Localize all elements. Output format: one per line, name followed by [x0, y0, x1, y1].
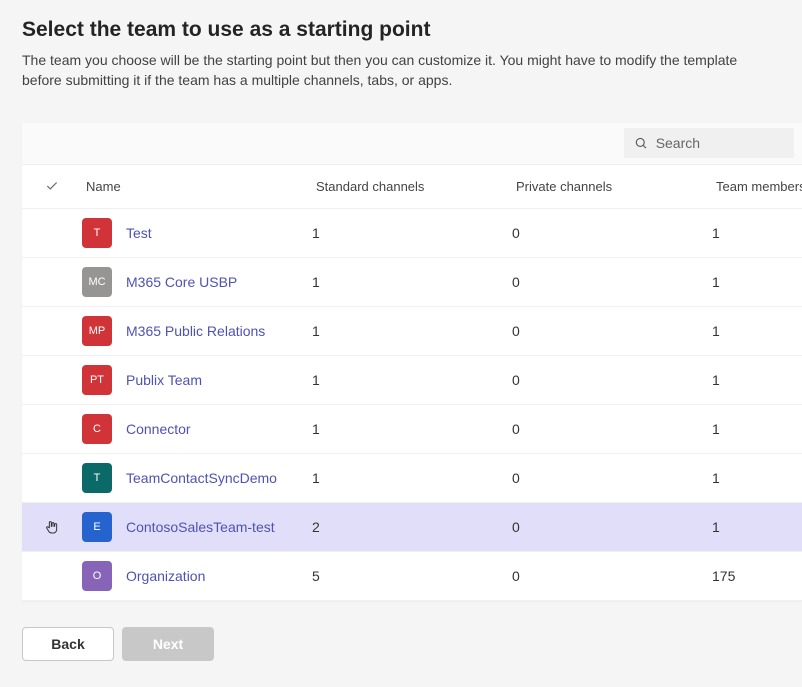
avatar: T: [82, 463, 112, 493]
cell-standard-channels: 1: [312, 323, 512, 339]
avatar: C: [82, 414, 112, 444]
avatar: T: [82, 218, 112, 248]
column-team-members[interactable]: Team members: [712, 179, 802, 194]
cell-name: E ContosoSalesTeam-test: [82, 512, 312, 542]
cell-standard-channels: 1: [312, 421, 512, 437]
cell-standard-channels: 1: [312, 274, 512, 290]
column-private-channels[interactable]: Private channels: [512, 179, 712, 194]
avatar: MC: [82, 267, 112, 297]
select-all-checkbox[interactable]: [22, 179, 82, 193]
back-button[interactable]: Back: [22, 627, 114, 661]
table-row[interactable]: E ContosoSalesTeam-test 201: [22, 503, 802, 552]
cell-team-members: 1: [712, 323, 802, 339]
cursor-hand-icon: [22, 519, 82, 535]
cell-team-members: 1: [712, 372, 802, 388]
cell-name: T TeamContactSyncDemo: [82, 463, 312, 493]
cell-team-members: 1: [712, 519, 802, 535]
column-name[interactable]: Name: [82, 179, 312, 194]
cell-standard-channels: 1: [312, 225, 512, 241]
cell-private-channels: 0: [512, 323, 712, 339]
cell-standard-channels: 1: [312, 470, 512, 486]
table-row[interactable]: T Test 101: [22, 209, 802, 258]
cell-private-channels: 0: [512, 568, 712, 584]
next-button[interactable]: Next: [122, 627, 214, 661]
avatar: MP: [82, 316, 112, 346]
cell-name: PT Publix Team: [82, 365, 312, 395]
page-subtitle: The team you choose will be the starting…: [22, 50, 780, 91]
cell-private-channels: 0: [512, 372, 712, 388]
team-name-link[interactable]: M365 Core USBP: [126, 274, 237, 290]
column-standard-channels[interactable]: Standard channels: [312, 179, 512, 194]
team-name-link[interactable]: TeamContactSyncDemo: [126, 470, 277, 486]
cell-name: T Test: [82, 218, 312, 248]
teams-panel: Name Standard channels Private channels …: [22, 123, 802, 601]
table-row[interactable]: O Organization 50175: [22, 552, 802, 601]
table-header: Name Standard channels Private channels …: [22, 165, 802, 209]
team-name-link[interactable]: Connector: [126, 421, 191, 437]
cell-team-members: 1: [712, 470, 802, 486]
team-name-link[interactable]: Test: [126, 225, 152, 241]
footer: Back Next: [0, 601, 802, 687]
cell-private-channels: 0: [512, 274, 712, 290]
cell-standard-channels: 2: [312, 519, 512, 535]
team-name-link[interactable]: Organization: [126, 568, 205, 584]
cell-team-members: 1: [712, 421, 802, 437]
table-row[interactable]: C Connector 101: [22, 405, 802, 454]
search-box[interactable]: [624, 128, 794, 158]
team-name-link[interactable]: ContosoSalesTeam-test: [126, 519, 275, 535]
cell-private-channels: 0: [512, 421, 712, 437]
cell-team-members: 175: [712, 568, 802, 584]
cell-name: O Organization: [82, 561, 312, 591]
team-name-link[interactable]: Publix Team: [126, 372, 202, 388]
cell-name: MP M365 Public Relations: [82, 316, 312, 346]
page-title: Select the team to use as a starting poi…: [22, 18, 780, 42]
cell-name: C Connector: [82, 414, 312, 444]
cell-standard-channels: 5: [312, 568, 512, 584]
cell-name: MC M365 Core USBP: [82, 267, 312, 297]
cell-private-channels: 0: [512, 519, 712, 535]
cell-team-members: 1: [712, 225, 802, 241]
table-row[interactable]: PT Publix Team 101: [22, 356, 802, 405]
team-name-link[interactable]: M365 Public Relations: [126, 323, 265, 339]
table-row[interactable]: T TeamContactSyncDemo 101: [22, 454, 802, 503]
table-row[interactable]: MP M365 Public Relations 101: [22, 307, 802, 356]
table-row[interactable]: MC M365 Core USBP 101: [22, 258, 802, 307]
avatar: E: [82, 512, 112, 542]
cell-private-channels: 0: [512, 225, 712, 241]
cell-team-members: 1: [712, 274, 802, 290]
cell-standard-channels: 1: [312, 372, 512, 388]
cell-private-channels: 0: [512, 470, 712, 486]
toolbar: [22, 123, 802, 165]
avatar: O: [82, 561, 112, 591]
search-input[interactable]: [656, 135, 784, 151]
avatar: PT: [82, 365, 112, 395]
search-icon: [634, 135, 648, 151]
